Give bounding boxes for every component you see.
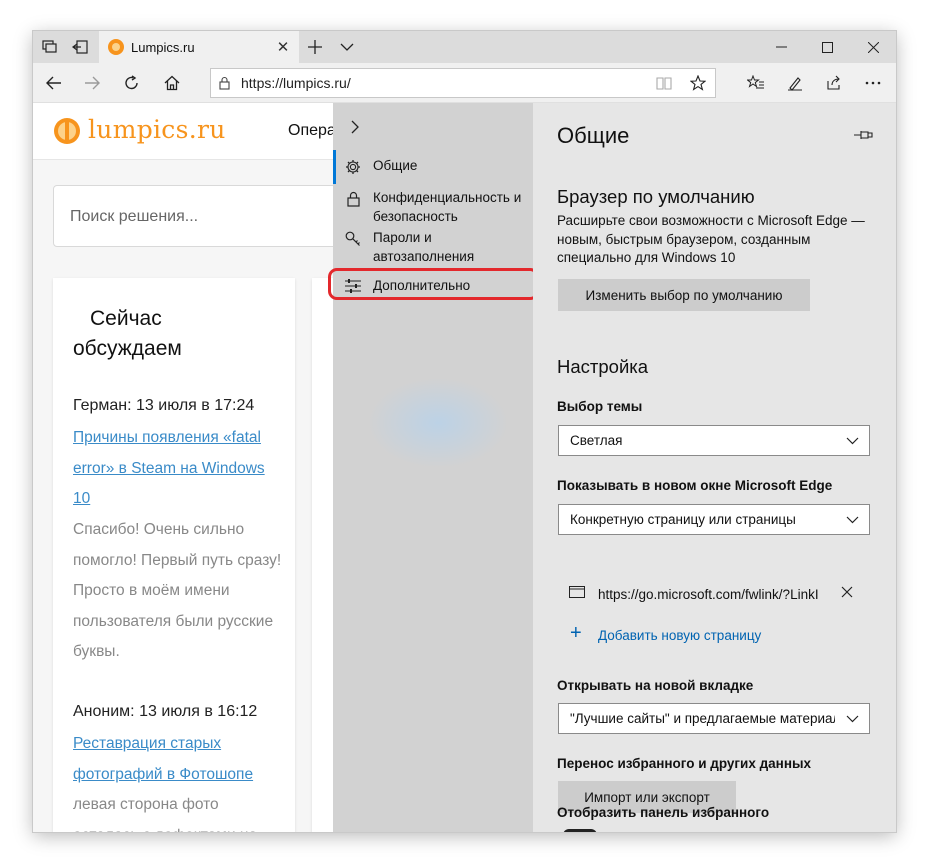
highlight-box bbox=[328, 268, 539, 300]
orange-logo-icon[interactable] bbox=[54, 118, 80, 144]
site-logo-text[interactable]: lumpics.ru bbox=[88, 115, 226, 144]
change-default-button[interactable]: Изменить выбор по умолчанию bbox=[558, 279, 810, 311]
new-tab-button[interactable] bbox=[297, 31, 333, 63]
gear-icon bbox=[333, 157, 373, 175]
favorite-star-icon[interactable] bbox=[681, 75, 715, 91]
search-input[interactable]: Поиск решения... bbox=[53, 185, 343, 247]
plus-icon: + bbox=[570, 622, 582, 644]
site-nav-item[interactable]: Опера bbox=[288, 122, 336, 140]
favicon-icon bbox=[108, 39, 124, 55]
start-page-url: https://go.microsoft.com/fwlink/?LinkId= bbox=[598, 586, 818, 602]
share-icon[interactable] bbox=[817, 67, 851, 99]
customize-heading: Настройка bbox=[557, 356, 649, 377]
tab-set-aside-icon[interactable] bbox=[39, 37, 61, 57]
default-browser-description: Расширьте свои возможности с Microsoft E… bbox=[557, 213, 865, 265]
new-window-label: Показывать в новом окне Microsoft Edge bbox=[557, 478, 833, 493]
more-options-icon[interactable] bbox=[856, 67, 890, 99]
back-button[interactable] bbox=[37, 67, 71, 99]
forward-button[interactable] bbox=[75, 67, 109, 99]
add-new-page-link[interactable]: + Добавить новую страницу bbox=[570, 622, 762, 645]
pin-icon[interactable] bbox=[853, 128, 873, 144]
comment-text: Спасибо! Очень сильно помогло! Первый пу… bbox=[73, 521, 282, 660]
collapse-chevron-icon[interactable] bbox=[345, 117, 365, 137]
close-window-button[interactable] bbox=[850, 31, 896, 63]
show-aside-tabs-icon[interactable] bbox=[69, 37, 91, 57]
comment-text: левая сторона фото осталась с дефектами … bbox=[73, 796, 257, 832]
theme-value: Светлая bbox=[570, 433, 623, 448]
transfer-label: Перенос избранного и других данных bbox=[557, 756, 812, 771]
page-icon bbox=[569, 585, 587, 603]
lock-icon[interactable] bbox=[211, 76, 237, 90]
theme-select[interactable]: Светлая bbox=[558, 425, 870, 456]
start-page-row: https://go.microsoft.com/fwlink/?LinkId= bbox=[569, 582, 869, 606]
menu-item-privacy[interactable]: Конфиденциальность и безопасность bbox=[333, 189, 533, 226]
remove-page-icon[interactable] bbox=[841, 585, 853, 603]
maximize-button[interactable] bbox=[804, 31, 850, 63]
menu-item-label: Пароли и автозаполнения bbox=[373, 230, 475, 264]
menu-item-passwords[interactable]: Пароли и автозаполнения bbox=[333, 229, 533, 266]
tab-bar: Lumpics.ru ✕ bbox=[33, 31, 896, 63]
favorites-bar-label: Отобразить панель избранного bbox=[557, 805, 770, 820]
card-title: Сейчас обсуждаем bbox=[73, 307, 182, 360]
default-browser-heading: Браузер по умолчанию bbox=[557, 186, 755, 207]
theme-label: Выбор темы bbox=[557, 399, 643, 414]
pen-notes-icon[interactable] bbox=[778, 67, 812, 99]
chevron-down-icon bbox=[835, 437, 869, 445]
close-tab-icon[interactable]: ✕ bbox=[273, 38, 293, 56]
favorites-list-icon[interactable] bbox=[739, 67, 773, 99]
settings-menu: Общие Конфиденциальность и безопасность … bbox=[328, 103, 539, 832]
chevron-down-icon bbox=[835, 516, 869, 524]
new-window-value: Конкретную страницу или страницы bbox=[570, 512, 796, 527]
add-new-page-label: Добавить новую страницу bbox=[598, 627, 762, 643]
new-tab-select[interactable]: "Лучшие сайты" и предлагаемые материалы bbox=[558, 703, 870, 734]
refresh-button[interactable] bbox=[115, 67, 149, 99]
url-text[interactable]: https://lumpics.ru/ bbox=[237, 75, 647, 91]
address-bar[interactable]: https://lumpics.ru/ bbox=[210, 68, 716, 98]
comment-author: Аноним: 13 июля в 16:12 bbox=[73, 703, 258, 720]
settings-panel: Общие Браузер по умолчанию Расширьте сво… bbox=[533, 103, 896, 832]
menu-item-label: Общие bbox=[373, 158, 418, 173]
tab-title: Lumpics.ru bbox=[131, 39, 195, 55]
comment-article-link[interactable]: Причины появления «fatal error» в Steam … bbox=[73, 423, 283, 515]
menu-item-label: Конфиденциальность и безопасность bbox=[373, 190, 522, 224]
chevron-down-icon bbox=[835, 715, 869, 723]
new-tab-value: "Лучшие сайты" и предлагаемые материалы bbox=[570, 711, 835, 726]
tab-preview-chevron-icon[interactable] bbox=[329, 31, 365, 63]
navigation-bar: https://lumpics.ru/ bbox=[33, 63, 896, 103]
browser-window: Lumpics.ru ✕ https://lumpics.ru/ lumpics… bbox=[33, 31, 896, 832]
tab-lumpics[interactable]: Lumpics.ru ✕ bbox=[99, 31, 299, 63]
new-window-select[interactable]: Конкретную страницу или страницы bbox=[558, 504, 870, 535]
menu-item-general[interactable]: Общие bbox=[333, 157, 533, 176]
comment-author: Герман: 13 июля в 17:24 bbox=[73, 397, 255, 414]
favorites-bar-toggle[interactable] bbox=[563, 829, 597, 832]
comment-article-link[interactable]: Реставрация старых фотографий в Фотошопе bbox=[73, 729, 283, 790]
panel-title: Общие bbox=[557, 123, 630, 148]
minimize-button[interactable] bbox=[758, 31, 804, 63]
search-placeholder: Поиск решения... bbox=[70, 208, 199, 225]
discussion-card: Сейчас обсуждаем Герман: 13 июля в 17:24… bbox=[53, 278, 295, 832]
reading-view-icon[interactable] bbox=[647, 76, 681, 90]
lock-icon bbox=[333, 189, 373, 207]
new-tab-label: Открывать на новой вкладке bbox=[557, 678, 754, 693]
key-icon bbox=[333, 229, 373, 247]
home-button[interactable] bbox=[155, 67, 189, 99]
